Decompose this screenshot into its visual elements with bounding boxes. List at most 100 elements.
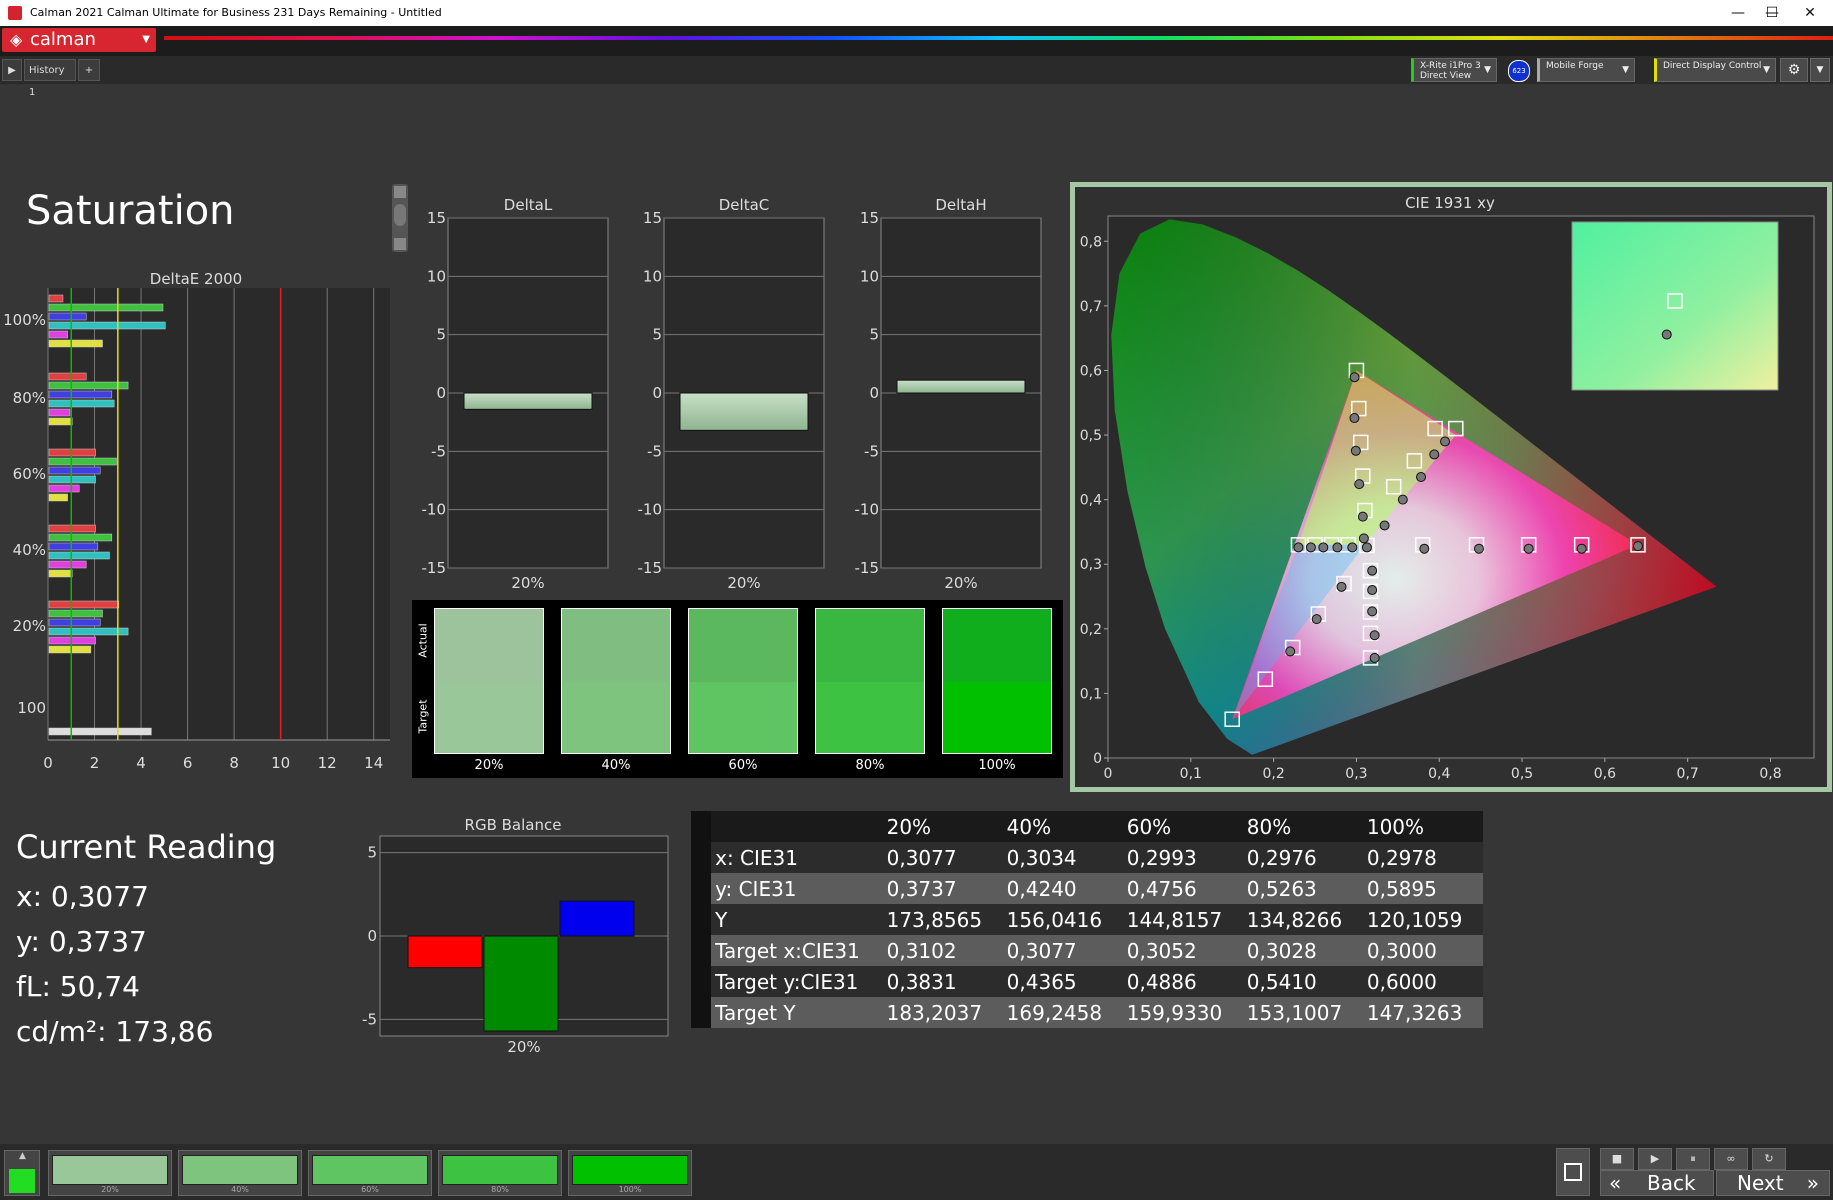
inset-actual-marker (1661, 329, 1672, 340)
deltae-bar (48, 390, 113, 399)
patch-button[interactable]: 80% (438, 1150, 562, 1196)
calman-logo-text: calman (30, 29, 96, 50)
table-cell[interactable]: 0,3102 (882, 935, 1003, 966)
group-label: 20% (13, 617, 46, 635)
play-icon[interactable]: ▶ (1638, 1148, 1672, 1170)
more-dropdown[interactable]: ▼ (1810, 58, 1830, 82)
x-tick-label: 12 (318, 754, 337, 772)
table-cell[interactable]: 0,2976 (1242, 842, 1363, 873)
patch-button[interactable]: 20% (48, 1150, 172, 1196)
y-tick-label: 0,1 (1080, 686, 1102, 702)
table-cell[interactable]: 159,9330 (1122, 997, 1243, 1028)
swatch-target (435, 682, 543, 753)
deltae-bar (48, 560, 87, 569)
deltae-bar (48, 542, 99, 551)
table-cell[interactable]: 0,4886 (1122, 966, 1243, 997)
deltae-bar (48, 627, 129, 636)
patch-button[interactable]: 100% (568, 1150, 692, 1196)
add-tab-button[interactable]: + (78, 59, 100, 81)
actual-marker (1369, 630, 1380, 641)
delta-chart-deltac: DeltaC 15 10 5 0 -5 -10 -15 20% (638, 196, 825, 590)
back-button[interactable]: « Back (1600, 1170, 1714, 1196)
back-label: Back (1647, 1171, 1696, 1195)
deltae-bar (48, 372, 87, 381)
swatch-actual (943, 609, 1051, 682)
table-cell[interactable]: 134,8266 (1242, 904, 1363, 935)
column-header[interactable]: 80% (1242, 811, 1363, 842)
table-cell[interactable]: 0,5263 (1242, 873, 1363, 904)
deltae-bar (48, 493, 68, 502)
current-patch-panel[interactable]: ▲ (4, 1150, 40, 1196)
table-cell[interactable]: 156,0416 (1002, 904, 1123, 935)
table-cell[interactable]: 0,6000 (1362, 966, 1483, 997)
meter-selector[interactable]: X-Rite i1Pro 3 Direct View ▼ (1411, 58, 1497, 82)
actual-marker (1358, 533, 1369, 544)
gear-icon[interactable]: ⚙ (1780, 58, 1808, 82)
tab-history-1[interactable]: History 1 (24, 59, 76, 98)
table-cell[interactable]: 0,3737 (882, 873, 1003, 904)
close-button[interactable]: ✕ (1787, 0, 1833, 26)
table-cell[interactable]: 0,3000 (1362, 935, 1483, 966)
app-icon (8, 6, 22, 20)
table-cell[interactable]: 0,4365 (1002, 966, 1123, 997)
stop-small-icon[interactable]: ■ (1600, 1148, 1634, 1170)
table-cell[interactable]: 0,4240 (1002, 873, 1123, 904)
stop-button[interactable] (1556, 1148, 1590, 1196)
table-cell[interactable]: 0,3052 (1122, 935, 1243, 966)
table-cell[interactable]: 169,2458 (1002, 997, 1123, 1028)
column-header[interactable]: 100% (1362, 811, 1483, 842)
actual-marker (1419, 543, 1430, 554)
x-tick-label: 0,1 (1180, 766, 1202, 782)
page-title: Saturation (26, 188, 235, 234)
y-tick-label: 15 (860, 209, 879, 227)
patch-color (52, 1155, 168, 1185)
table-cell[interactable]: 0,4756 (1122, 873, 1243, 904)
table-cell[interactable]: 153,1007 (1242, 997, 1363, 1028)
rainbow-bar (164, 36, 1833, 40)
y-tick-label: 0,8 (1080, 234, 1102, 250)
y-tick-label: 10 (643, 267, 662, 285)
refresh-icon[interactable]: ↻ (1752, 1148, 1786, 1170)
deltae-title: DeltaE 2000 (149, 270, 243, 288)
loop-icon[interactable]: ∞ (1714, 1148, 1748, 1170)
delta-chart-deltah: DeltaH 15 10 5 0 -5 -10 -15 20% (855, 196, 1042, 590)
patch-button[interactable]: 60% (308, 1150, 432, 1196)
table-cell[interactable]: 0,3831 (882, 966, 1003, 997)
source-selector[interactable]: Mobile Forge ▼ (1537, 58, 1635, 82)
next-button[interactable]: Next » (1716, 1170, 1830, 1196)
table-cell[interactable]: 0,2993 (1122, 842, 1243, 873)
deltae-bar (48, 533, 113, 542)
column-header[interactable]: 40% (1002, 811, 1123, 842)
x-tick-label: 0 (43, 754, 53, 772)
x-tick-label: 20% (944, 574, 977, 590)
pause-icon[interactable]: ⏸ (1676, 1148, 1710, 1170)
y-tick-label: -15 (422, 559, 447, 577)
table-cell[interactable]: 183,2037 (882, 997, 1003, 1028)
deltae-bar (48, 417, 73, 426)
table-cell[interactable]: 173,8565 (882, 904, 1003, 935)
patch-button[interactable]: 40% (178, 1150, 302, 1196)
column-header[interactable]: 20% (882, 811, 1003, 842)
y-tick-label: 5 (652, 326, 662, 344)
table-cell[interactable]: 0,3077 (882, 842, 1003, 873)
patch-color (182, 1155, 298, 1185)
column-header[interactable]: 60% (1122, 811, 1243, 842)
table-cell[interactable]: 0,5895 (1362, 873, 1483, 904)
table-cell[interactable]: 0,3034 (1002, 842, 1123, 873)
table-row: Target y:CIE31 0,3831 0,4365 0,4886 0,54… (691, 966, 1483, 997)
y-tick-label: 0,3 (1080, 557, 1102, 573)
row-label: Target x:CIE31 (711, 935, 883, 966)
table-cell[interactable]: 0,3028 (1242, 935, 1363, 966)
y-tick-label: 0,4 (1080, 493, 1102, 509)
play-icon[interactable]: ▶ (2, 59, 22, 81)
table-cell[interactable]: 147,3263 (1362, 997, 1483, 1028)
table-cell[interactable]: 120,1059 (1362, 904, 1483, 935)
table-cell[interactable]: 0,2978 (1362, 842, 1483, 873)
actual-marker (1416, 472, 1427, 483)
table-cell[interactable]: 0,3077 (1002, 935, 1123, 966)
meter-badge[interactable]: 623 (1508, 60, 1530, 82)
table-cell[interactable]: 144,8157 (1122, 904, 1243, 935)
display-selector[interactable]: Direct Display Control ▼ (1654, 58, 1776, 82)
calman-menu-button[interactable]: ◈ calman ▼ (2, 28, 156, 52)
table-cell[interactable]: 0,5410 (1242, 966, 1363, 997)
